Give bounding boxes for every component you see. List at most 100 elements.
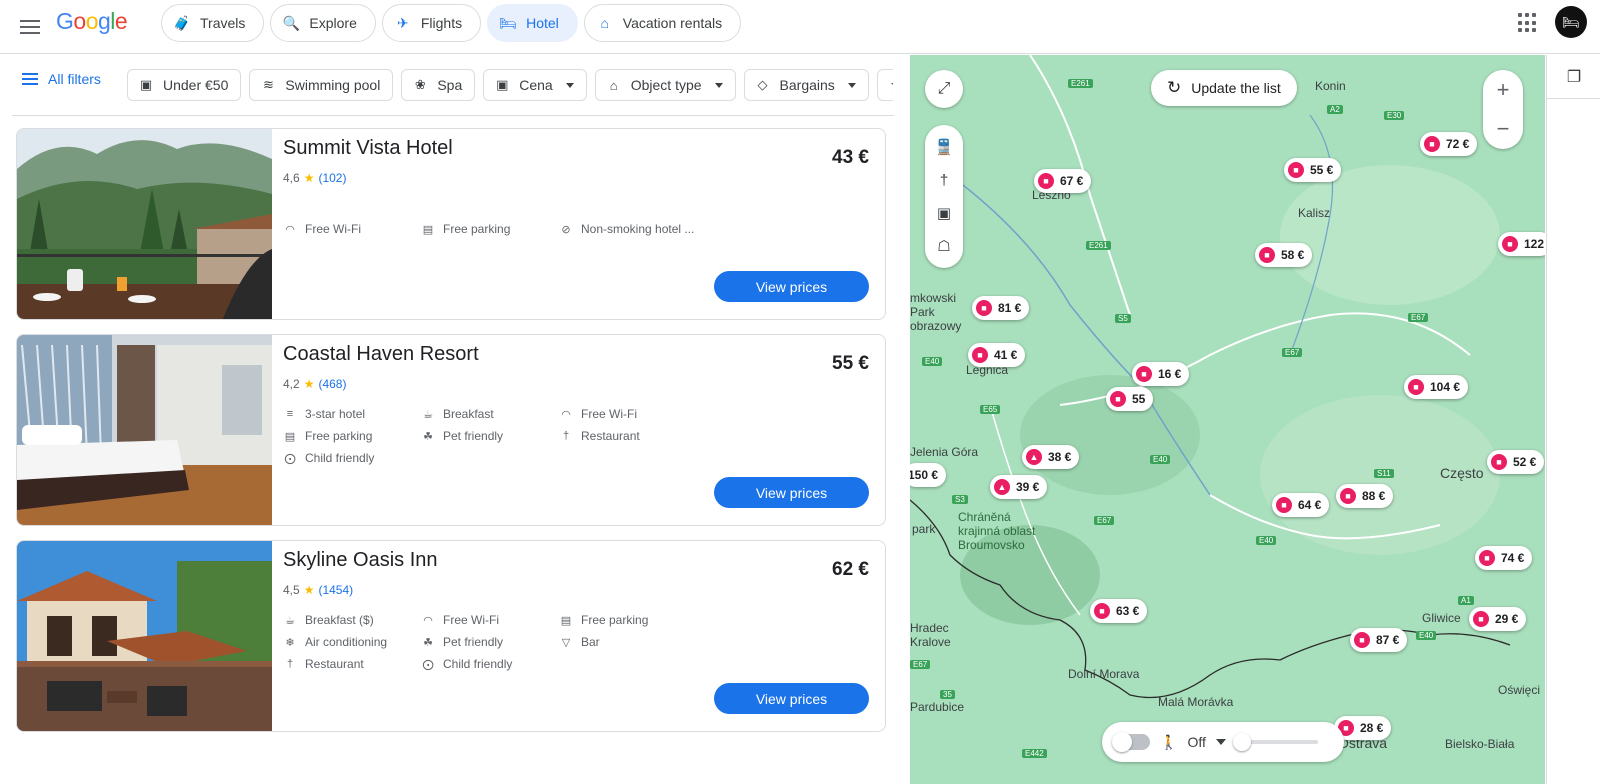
road-shield: E67: [1408, 313, 1429, 322]
nav-explore[interactable]: 🔍 Explore: [270, 4, 376, 42]
amenity-item: ◠ Free Wi-Fi: [283, 222, 421, 236]
hotel-name[interactable]: Skyline Oasis Inn: [283, 549, 438, 572]
amenity-item: † Restaurant: [283, 657, 421, 671]
amenity-item: ❄ Air conditioning: [283, 635, 421, 649]
filter-bar: All filters ▣ Under €50 ≋ Swimming pool …: [0, 55, 893, 115]
pin-price: 72 €: [1446, 137, 1470, 151]
restaurant-icon: †: [286, 658, 294, 670]
filter-chip-swimming-pool[interactable]: ≋ Swimming pool: [249, 69, 394, 101]
chevron-down-icon[interactable]: [1215, 739, 1226, 745]
hotel-price-pin[interactable]: ■ 122: [1498, 232, 1545, 256]
review-count[interactable]: (102): [318, 171, 346, 185]
chevron-down-icon: [714, 82, 723, 88]
view-prices-button[interactable]: View prices: [714, 271, 869, 302]
restaurant-icon[interactable]: †: [929, 165, 959, 195]
paw-icon: ☘: [423, 430, 433, 443]
star-icon: ★: [303, 377, 315, 391]
review-count[interactable]: (468): [318, 377, 346, 391]
all-filters-button[interactable]: All filters: [22, 71, 101, 87]
filter-chip-under-50[interactable]: ▣ Under €50: [127, 69, 242, 101]
hotel-list: Summit Vista Hotel 43 € 4,6 ★ (102) ◠ Fre…: [16, 128, 886, 746]
pool-icon: ≋: [262, 77, 274, 92]
filter-chip-rating[interactable]: ★: [876, 69, 893, 101]
hotel-price-pin[interactable]: ■ 81 €: [972, 296, 1030, 320]
hotel-price-pin[interactable]: ■ 29 €: [1469, 607, 1527, 631]
hotel-photo[interactable]: [17, 335, 272, 525]
hotel-photo[interactable]: [17, 129, 272, 319]
pin-price: 63 €: [1116, 604, 1140, 618]
main-menu-icon[interactable]: [16, 13, 44, 41]
filter-chip-spa[interactable]: ❀ Spa: [401, 69, 476, 101]
road-shield: E67: [1094, 516, 1115, 525]
bed-icon: ■: [1354, 632, 1370, 648]
camera-icon[interactable]: ▣: [929, 198, 959, 228]
bed-icon: ■: [1094, 603, 1110, 619]
wifi-icon: ◠: [561, 408, 571, 421]
hotel-price-pin[interactable]: ■ 16 €: [1132, 362, 1190, 386]
hotel-price-pin[interactable]: ■ 52 €: [1487, 450, 1545, 474]
amenity-label: Bar: [581, 635, 600, 649]
review-count[interactable]: (1454): [318, 583, 353, 597]
hotel-price-pin[interactable]: ■ 64 €: [1272, 493, 1330, 517]
plane-icon: ✈: [396, 14, 409, 31]
saved-bookmark-icon[interactable]: ❐: [1547, 55, 1600, 99]
nav-travels[interactable]: 🧳 Travels: [161, 4, 265, 42]
account-avatar[interactable]: 🛏: [1555, 6, 1587, 38]
hotel-price-pin[interactable]: ■ 55 €: [1284, 158, 1342, 182]
hotel-price-pin[interactable]: ■ 104 €: [1404, 375, 1469, 399]
zoom-out-icon[interactable]: −: [1483, 109, 1523, 148]
filter-chip-label: Cena: [519, 77, 553, 93]
hotel-price-pin[interactable]: ▲ 39 €: [990, 475, 1048, 499]
place-label: park: [912, 522, 936, 536]
hotel-price-pin[interactable]: ■ 88 €: [1336, 484, 1394, 508]
filter-chip-price[interactable]: ▣ Cena: [483, 69, 587, 101]
hotel-price-pin[interactable]: ■ 63 €: [1090, 599, 1148, 623]
hotel-name[interactable]: Coastal Haven Resort: [283, 343, 479, 366]
hotel-price-pin[interactable]: ■ 55: [1106, 387, 1154, 411]
google-logo[interactable]: Google: [56, 8, 128, 35]
parking-icon: ▤: [284, 430, 296, 443]
amenity-item: ▤ Free parking: [421, 222, 559, 236]
hotel-photo[interactable]: [17, 541, 272, 731]
zoom-controls: + −: [1483, 70, 1523, 149]
map-layers-toolbar: 🚆 † ▣ ☖: [925, 125, 963, 268]
hotel-price-pin[interactable]: ■ 72 €: [1420, 132, 1478, 156]
map-terrain: [910, 55, 1545, 784]
hotel-name[interactable]: Summit Vista Hotel: [283, 137, 453, 160]
amenity-item: ▤ Free parking: [559, 613, 703, 627]
hotel-price-pin[interactable]: ■ 67 €: [1034, 169, 1092, 193]
filter-chip-bargains[interactable]: ◇ Bargains: [743, 69, 869, 101]
amenity-item: ◠ Free Wi-Fi: [421, 613, 559, 627]
walking-time-toggle[interactable]: [1112, 732, 1150, 752]
view-prices-button[interactable]: View prices: [714, 683, 869, 714]
right-rail: ❐: [1546, 55, 1600, 784]
walking-time-slider[interactable]: [1232, 733, 1318, 751]
google-apps-icon[interactable]: [1518, 13, 1538, 33]
update-list-button[interactable]: ↻ Update the list: [1151, 70, 1297, 106]
hotel-card[interactable]: Summit Vista Hotel 43 € 4,6 ★ (102) ◠ Fre…: [16, 128, 886, 320]
zoom-in-icon[interactable]: +: [1483, 70, 1523, 109]
hotel-price-pin[interactable]: ■ 74 €: [1475, 546, 1533, 570]
filter-chip-object-type[interactable]: ⌂ Object type: [594, 69, 736, 101]
hotel-price-pin[interactable]: ▲ 38 €: [1022, 445, 1080, 469]
view-prices-button[interactable]: View prices: [714, 477, 869, 508]
hotel-price-pin[interactable]: ■150 €: [910, 463, 947, 487]
transit-icon[interactable]: 🚆: [929, 132, 959, 162]
shopping-bag-icon[interactable]: ☖: [929, 231, 959, 261]
hotel-price-pin[interactable]: ■ 87 €: [1350, 628, 1408, 652]
nav-hotel[interactable]: 🛏 Hotel: [487, 4, 578, 42]
parking-icon: ▤: [422, 223, 434, 236]
map[interactable]: Konin Kalisz Leszno Legnica Jelenia Góra…: [910, 55, 1545, 784]
hotel-price-pin[interactable]: ■ 41 €: [968, 343, 1026, 367]
nav-flights[interactable]: ✈ Flights: [381, 4, 482, 42]
bed-icon: ■: [1340, 488, 1356, 504]
hotel-price-pin[interactable]: ■ 58 €: [1255, 243, 1313, 267]
amenity-label: Non-smoking hotel ...: [581, 222, 695, 236]
place-label: Gliwice: [1422, 611, 1461, 625]
pin-price: 81 €: [998, 301, 1022, 315]
hotel-card[interactable]: Skyline Oasis Inn 62 € 4,5 ★ (1454) ☕ Bre…: [16, 540, 886, 732]
hotel-card[interactable]: Coastal Haven Resort 55 € 4,2 ★ (468) ≡ 3…: [16, 334, 886, 526]
expand-map-icon[interactable]: ⤢: [925, 70, 963, 108]
coffee-icon: ☕: [423, 408, 433, 421]
nav-vacation-rentals[interactable]: ⌂ Vacation rentals: [583, 4, 742, 42]
